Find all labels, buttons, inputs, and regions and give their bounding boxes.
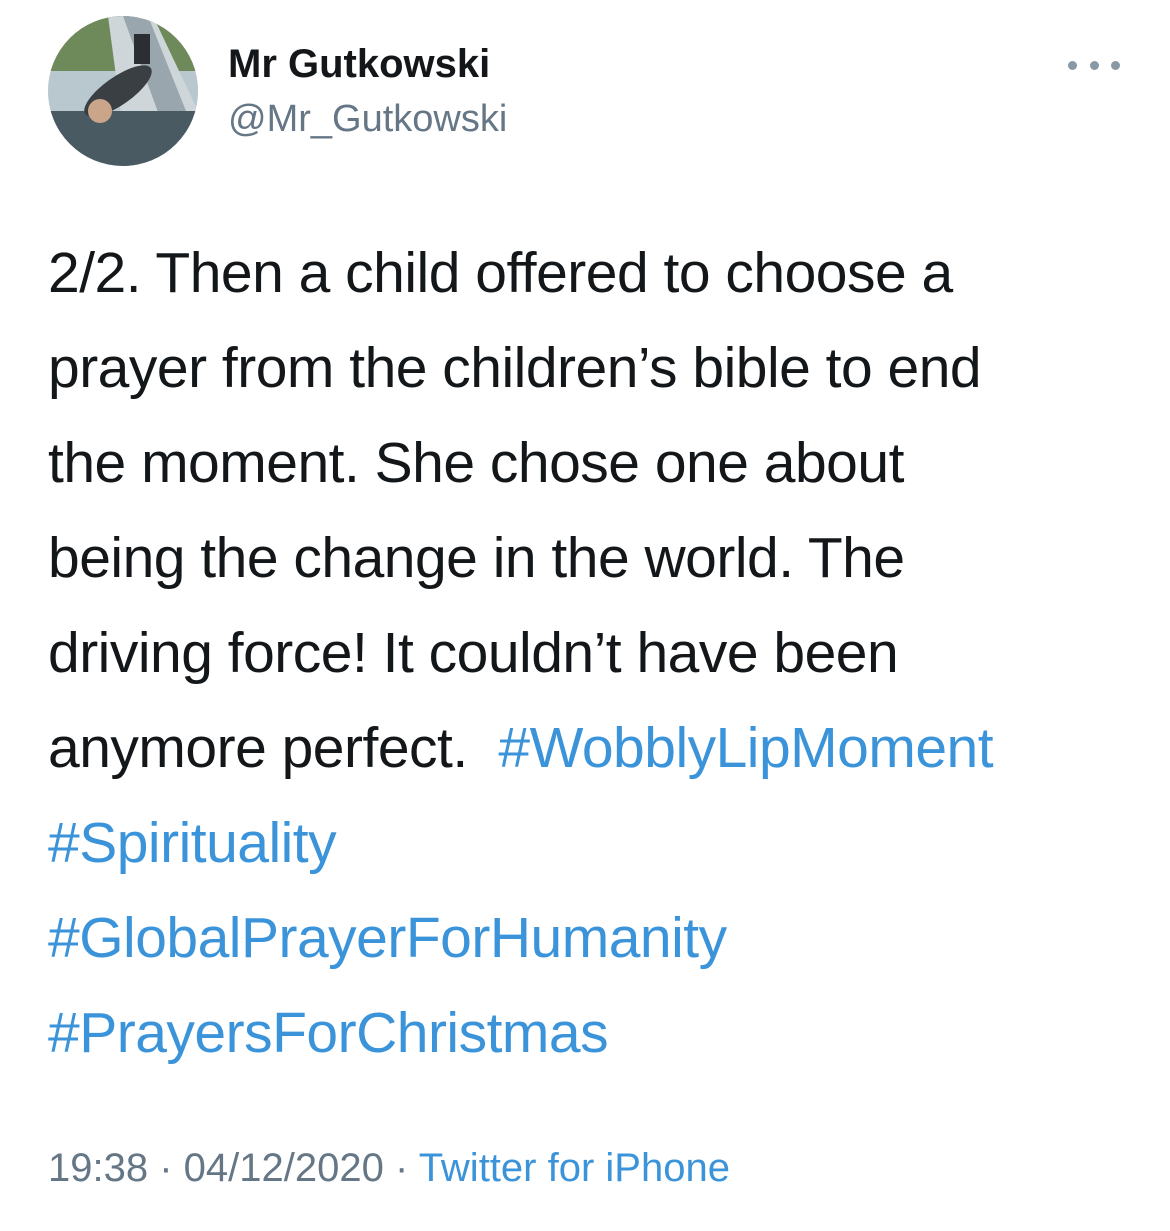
tweet-source-link[interactable]: Twitter for iPhone [419, 1146, 730, 1190]
tweet-text-line: driving force! It couldn’t have been [48, 621, 899, 685]
hashtag-link[interactable]: #WobblyLipMoment [498, 716, 993, 780]
meta-separator: · [148, 1146, 184, 1190]
tweet-text-line: being the change in the world. The [48, 526, 905, 590]
more-horizontal-icon [1068, 60, 1077, 70]
profile-photo-icon [48, 16, 198, 166]
author-handle[interactable]: @Mr_Gutkowski [228, 98, 507, 141]
meta-separator: · [383, 1146, 419, 1190]
tweet-text-line: the moment. She chose one about [48, 431, 904, 495]
avatar[interactable] [48, 16, 198, 166]
hashtag-link[interactable]: #GlobalPrayerForHumanity [48, 891, 1148, 986]
tweet-date[interactable]: 04/12/2020 [184, 1146, 384, 1190]
tweet-text: 2/2. Then a child offered to choose a pr… [48, 226, 1148, 1081]
tweet-text-line-with-hashtag: anymore perfect. #WobblyLipMoment [48, 701, 1148, 796]
hashtag-link[interactable]: #Spirituality [48, 796, 1148, 891]
tweet-text-line: prayer from the children’s bible to end [48, 336, 982, 400]
tweet-text-fragment: anymore perfect. [48, 716, 499, 780]
hashtag-link[interactable]: #PrayersForChristmas [48, 986, 1148, 1081]
more-horizontal-icon [1089, 60, 1099, 70]
more-horizontal-icon [1111, 60, 1120, 70]
tweet-meta: 19:38 · 04/12/2020 · Twitter for iPhone [48, 1146, 730, 1191]
more-options-button[interactable] [1068, 50, 1120, 80]
tweet: Mr Gutkowski @Mr_Gutkowski 2/2. Then a c… [0, 0, 1170, 1231]
tweet-time[interactable]: 19:38 [48, 1146, 148, 1190]
author-name[interactable]: Mr Gutkowski [228, 42, 490, 87]
tweet-text-line: 2/2. Then a child offered to choose a [48, 241, 953, 305]
